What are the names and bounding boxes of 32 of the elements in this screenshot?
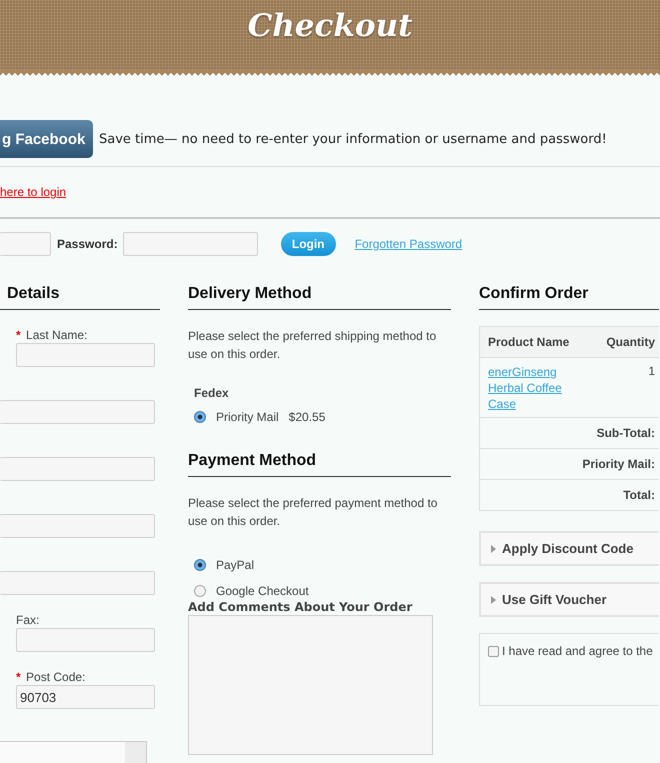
field-label: Fax: <box>16 613 40 627</box>
total-label: Total: <box>623 488 655 502</box>
section-heading: Details <box>6 284 60 304</box>
shipping-price: $20.55 <box>288 410 326 424</box>
facebook-note: Save time— no need to re-enter your information or username and password! <box>99 132 607 146</box>
collapsible-panel[interactable]: Use Gift Voucher <box>479 582 659 617</box>
page-title: Checkout <box>248 8 412 44</box>
field-label: Last Name: <box>26 328 88 342</box>
agreement-label: I have read and agree to the <box>502 644 653 658</box>
payment-note: Please select the preferred payment method to use on this order. <box>188 495 438 530</box>
required-mark: * <box>16 328 21 342</box>
field-label: Post Code: <box>26 670 86 684</box>
payment-option: PayPal <box>216 558 254 572</box>
shipping-note: Please select the preferred shipping method to use on this order. <box>188 328 438 363</box>
column-header: Product Name <box>488 335 570 349</box>
section-heading: Payment Method <box>188 451 318 471</box>
total-label: Sub-Total: <box>596 426 655 440</box>
column-header: Quantity <box>606 335 655 349</box>
facebook-login-button[interactable]: g Facebook <box>0 120 93 158</box>
login-link[interactable]: here to login <box>0 185 66 199</box>
section-heading: Confirm Order <box>479 284 590 304</box>
input-field[interactable]: 90703 <box>16 685 155 709</box>
payment-option: Google Checkout <box>216 584 309 598</box>
required-mark: * <box>16 670 21 684</box>
collapsible-panel[interactable]: Apply Discount Code <box>479 531 659 566</box>
total-label: Priority Mail: <box>582 457 655 471</box>
shipping-option: Priority Mail <box>216 410 279 424</box>
comments-label: Add Comments About Your Order <box>188 600 414 614</box>
carrier-name: Fedex <box>194 386 230 400</box>
quantity-cell: 1 <box>648 364 655 378</box>
password-label: Password: <box>57 237 118 251</box>
section-heading: Delivery Method <box>188 284 313 304</box>
